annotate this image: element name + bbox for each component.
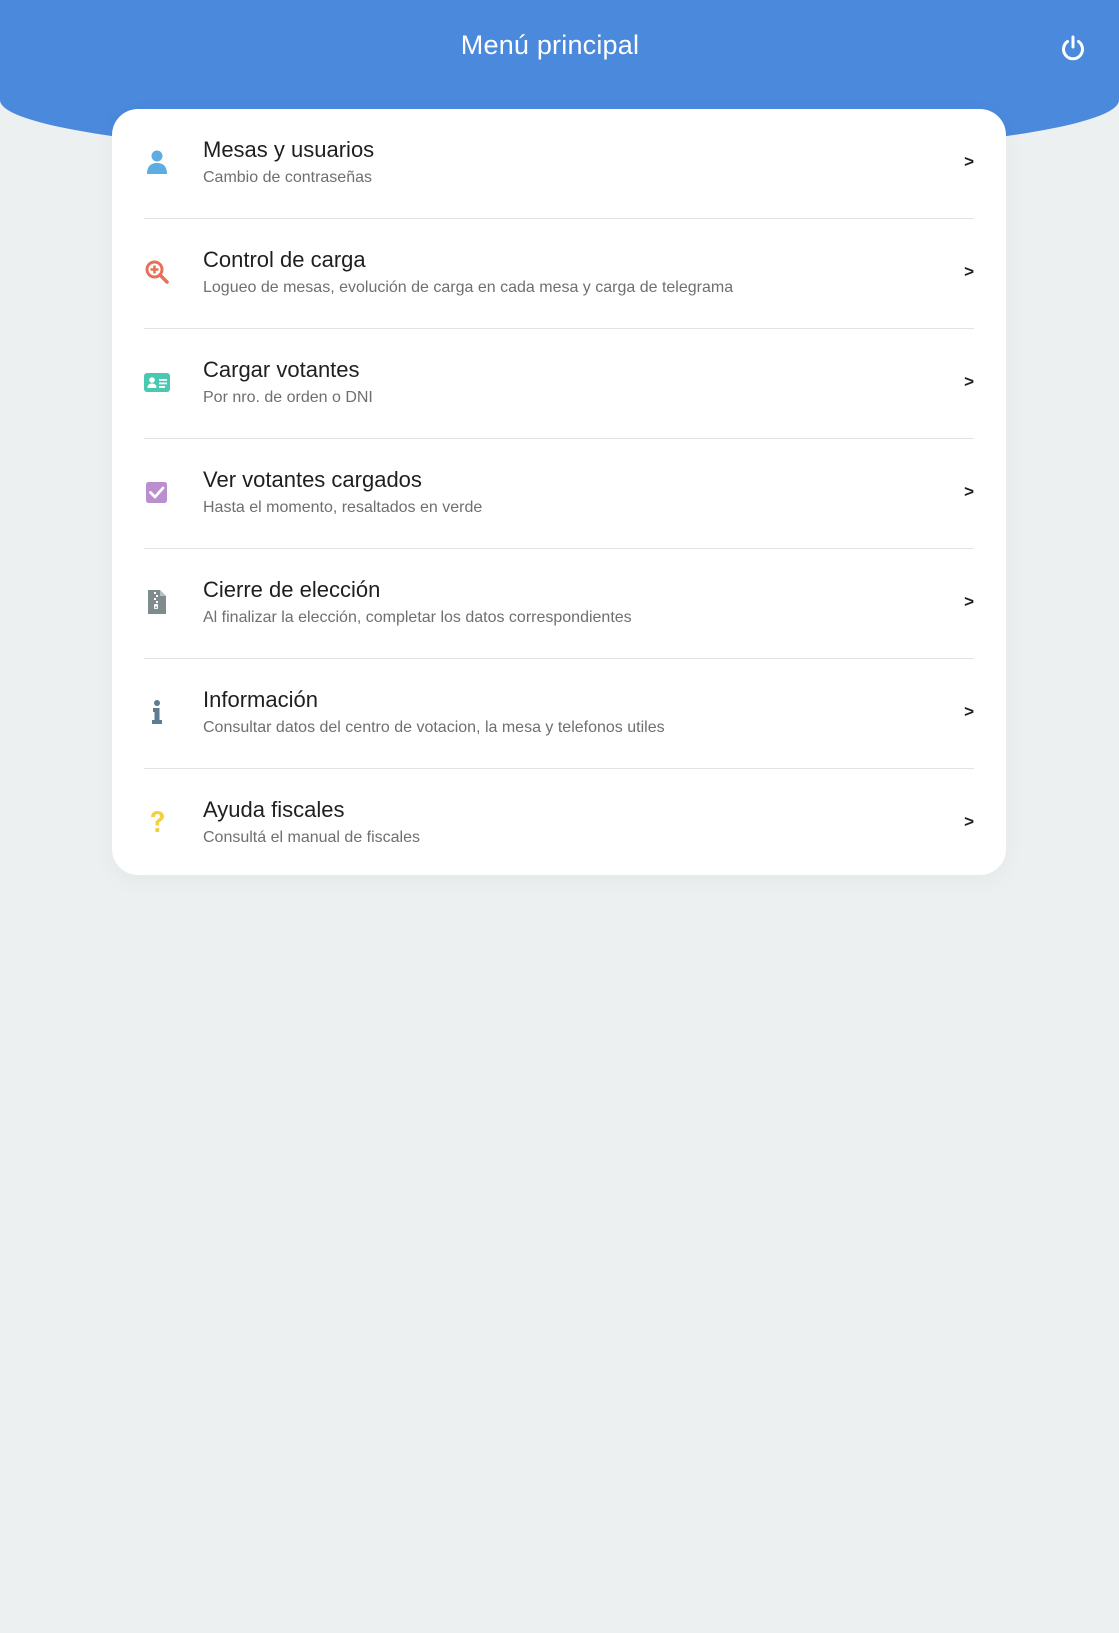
- user-icon: [144, 149, 170, 175]
- power-icon[interactable]: [1058, 33, 1088, 63]
- menu-item-title: Mesas y usuarios: [203, 137, 375, 162]
- menu-item-cierre-eleccion[interactable]: Cierre de elección Al finalizar la elecc…: [144, 549, 974, 659]
- chevron-right-icon: >: [964, 592, 974, 611]
- menu-item-subtitle: Por nro. de orden o DNI: [203, 389, 373, 406]
- chevron-right-icon: >: [964, 372, 974, 391]
- menu-item-informacion[interactable]: Información Consultar datos del centro d…: [144, 659, 974, 769]
- search-plus-icon: [144, 259, 170, 285]
- main-menu-card: Mesas y usuarios Cambio de contraseñas >…: [112, 109, 1006, 875]
- menu-item-title: Ver votantes cargados: [203, 467, 422, 492]
- menu-item-subtitle: Al finalizar la elección, completar los …: [203, 609, 632, 626]
- chevron-right-icon: >: [964, 262, 974, 281]
- chevron-right-icon: >: [964, 482, 974, 501]
- menu-item-title: Control de carga: [203, 247, 366, 272]
- menu-item-ayuda-fiscales[interactable]: Ayuda fiscales Consultá el manual de fis…: [144, 769, 974, 878]
- menu-item-subtitle: Consultar datos del centro de votacion, …: [203, 719, 665, 736]
- menu-item-subtitle: Hasta el momento, resaltados en verde: [203, 499, 483, 516]
- id-card-icon: [144, 369, 170, 395]
- page-title: Menú principal: [460, 30, 640, 60]
- menu-item-title: Cargar votantes: [203, 357, 360, 382]
- menu-item-cargar-votantes[interactable]: Cargar votantes Por nro. de orden o DNI …: [144, 329, 974, 439]
- info-icon: [144, 699, 170, 725]
- menu-item-ver-votantes[interactable]: Ver votantes cargados Hasta el momento, …: [144, 439, 974, 549]
- file-archive-icon: [144, 589, 170, 615]
- check-square-icon: [144, 479, 170, 505]
- question-icon: [144, 809, 170, 835]
- chevron-right-icon: >: [964, 152, 974, 171]
- menu-item-subtitle: Consultá el manual de fiscales: [203, 829, 421, 846]
- chevron-right-icon: >: [964, 812, 974, 831]
- menu-item-control-carga[interactable]: Control de carga Logueo de mesas, evoluc…: [144, 219, 974, 329]
- menu-item-title: Ayuda fiscales: [203, 797, 345, 822]
- menu-item-title: Información: [203, 687, 318, 712]
- menu-item-subtitle: Logueo de mesas, evolución de carga en c…: [203, 279, 734, 296]
- menu-item-title: Cierre de elección: [203, 577, 381, 602]
- chevron-right-icon: >: [964, 702, 974, 721]
- menu-item-subtitle: Cambio de contraseñas: [203, 169, 372, 186]
- menu-item-mesas-usuarios[interactable]: Mesas y usuarios Cambio de contraseñas >: [144, 109, 974, 219]
